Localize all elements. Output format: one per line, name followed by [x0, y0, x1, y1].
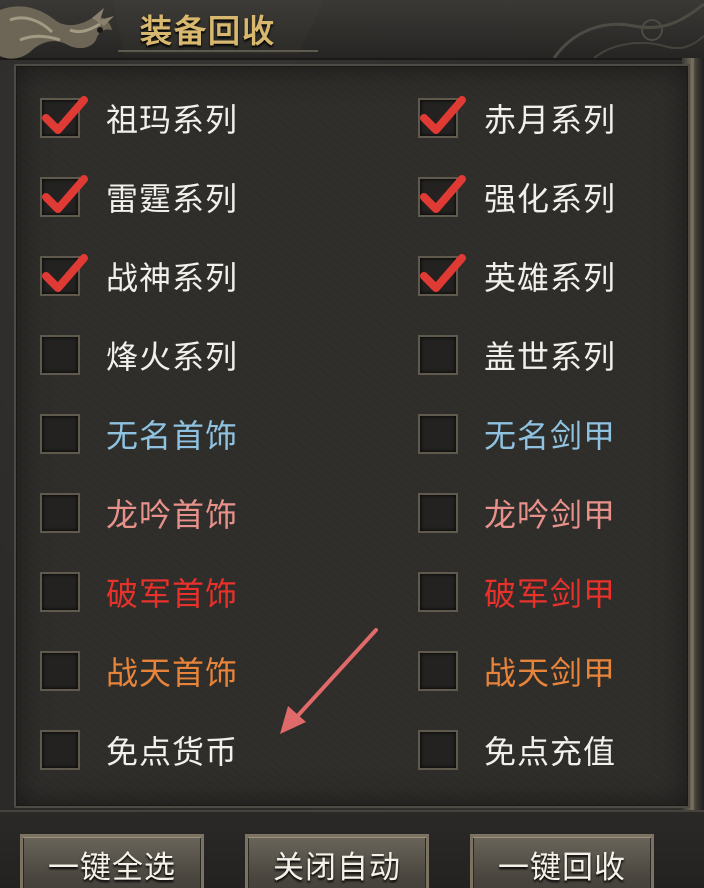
checkbox[interactable] — [418, 335, 458, 375]
equipment-recycle-window: 装备回收 祖玛系列 赤月系列 雷霆系列 强化系列 战神系列 英雄系列 烽火系列 … — [0, 0, 704, 888]
option-pojun-jewelry[interactable]: 破军首饰 — [40, 567, 238, 617]
checkbox[interactable] — [418, 414, 458, 454]
option-chiyue-series[interactable]: 赤月系列 — [418, 93, 616, 143]
option-label: 雷霆系列 — [106, 180, 239, 218]
option-label: 免点充值 — [484, 733, 617, 771]
option-leiting-series[interactable]: 雷霆系列 — [40, 172, 238, 222]
option-label: 英雄系列 — [484, 259, 617, 297]
checkmark-icon — [42, 175, 88, 213]
option-qianghua-series[interactable]: 强化系列 — [418, 172, 616, 222]
close-auto-button[interactable]: 关闭自动 — [245, 834, 429, 888]
option-wuming-armor[interactable]: 无名剑甲 — [418, 409, 616, 459]
checkbox[interactable] — [418, 651, 458, 691]
checkbox[interactable] — [40, 335, 80, 375]
checkbox[interactable] — [418, 572, 458, 612]
checkmark-icon — [420, 175, 466, 213]
checkmark-icon — [420, 254, 466, 292]
option-pojun-armor[interactable]: 破军剑甲 — [418, 567, 616, 617]
checkbox[interactable] — [40, 254, 88, 296]
checkbox[interactable] — [418, 96, 466, 138]
checkmark-icon — [420, 96, 466, 134]
title-bar: 装备回收 — [0, 0, 704, 60]
corner-ornament-icon — [552, 2, 704, 58]
option-zuma-series[interactable]: 祖玛系列 — [40, 93, 238, 143]
option-label: 破军首饰 — [106, 575, 239, 613]
option-yingxiong-series[interactable]: 英雄系列 — [418, 251, 616, 301]
option-label: 烽火系列 — [106, 338, 239, 376]
option-label: 战天首饰 — [106, 654, 239, 692]
checkbox[interactable] — [40, 175, 88, 217]
option-zhanshen-series[interactable]: 战神系列 — [40, 251, 238, 301]
dragon-ornament-icon — [0, 6, 114, 59]
checkbox[interactable] — [40, 414, 80, 454]
option-label: 免点货币 — [106, 733, 239, 771]
checkbox[interactable] — [40, 96, 88, 138]
checkbox[interactable] — [40, 493, 80, 533]
option-label: 祖玛系列 — [106, 101, 239, 139]
option-label: 破军剑甲 — [484, 575, 617, 613]
recycle-all-button[interactable]: 一键回收 — [470, 834, 654, 888]
option-label: 龙吟剑甲 — [484, 496, 617, 534]
checkbox[interactable] — [40, 651, 80, 691]
checkbox[interactable] — [418, 493, 458, 533]
option-label: 战神系列 — [106, 259, 239, 297]
option-wuming-jewelry[interactable]: 无名首饰 — [40, 409, 238, 459]
checkmark-icon — [42, 254, 88, 292]
option-free-currency[interactable]: 免点货币 — [40, 725, 238, 775]
option-label: 强化系列 — [484, 180, 617, 218]
option-free-recharge[interactable]: 免点充值 — [418, 725, 616, 775]
option-label: 无名首饰 — [106, 417, 239, 455]
checkbox[interactable] — [418, 254, 466, 296]
select-all-button[interactable]: 一键全选 — [20, 834, 204, 888]
option-longyin-jewelry[interactable]: 龙吟首饰 — [40, 488, 238, 538]
option-label: 无名剑甲 — [484, 417, 617, 455]
window-title: 装备回收 — [140, 12, 277, 50]
option-label: 龙吟首饰 — [106, 496, 239, 534]
option-label: 盖世系列 — [484, 338, 617, 376]
option-zhantian-armor[interactable]: 战天剑甲 — [418, 646, 616, 696]
option-label: 战天剑甲 — [484, 654, 617, 692]
option-zhantian-jewelry[interactable]: 战天首饰 — [40, 646, 238, 696]
option-gaishi-series[interactable]: 盖世系列 — [418, 330, 616, 380]
option-longyin-armor[interactable]: 龙吟剑甲 — [418, 488, 616, 538]
annotation-arrow-icon — [280, 628, 378, 734]
checkbox[interactable] — [40, 572, 80, 612]
option-label: 赤月系列 — [484, 101, 617, 139]
checkbox[interactable] — [40, 730, 80, 770]
checkbox[interactable] — [418, 730, 458, 770]
checkbox[interactable] — [418, 175, 466, 217]
option-fenghuo-series[interactable]: 烽火系列 — [40, 330, 238, 380]
checkmark-icon — [42, 96, 88, 134]
